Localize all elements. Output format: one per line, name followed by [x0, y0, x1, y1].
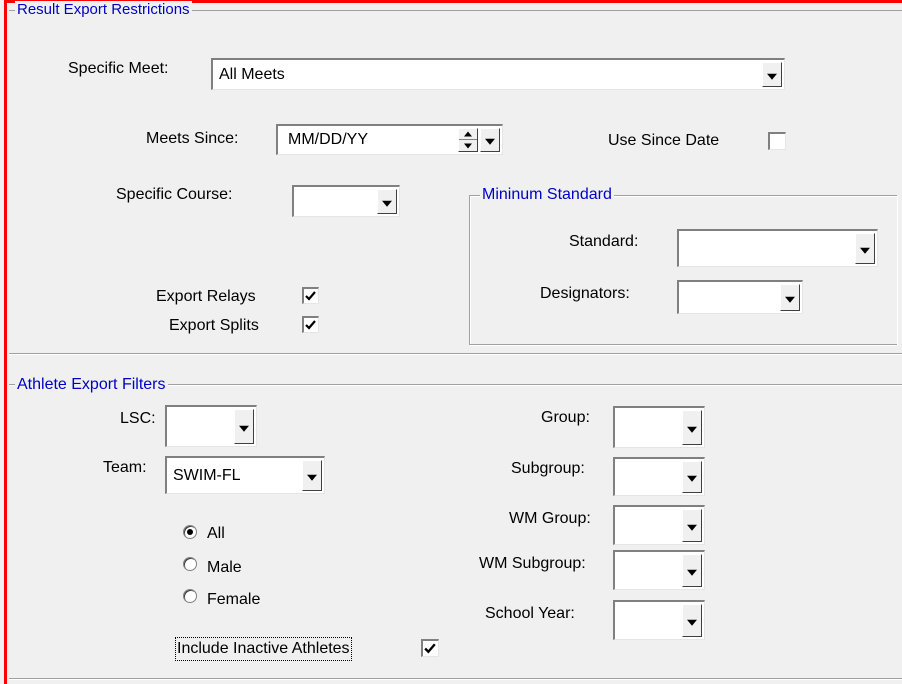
use-since-date-checkbox[interactable]: [768, 132, 786, 150]
wm-subgroup-dropdown-button[interactable]: [682, 554, 702, 587]
standard-combobox[interactable]: [677, 229, 878, 267]
chevron-down-icon: [687, 619, 697, 626]
specific-course-combobox[interactable]: [292, 185, 400, 217]
wm-group-combobox[interactable]: [613, 505, 705, 545]
meets-since-value: MM/DD/YY: [288, 131, 368, 148]
group-combobox[interactable]: [613, 406, 705, 448]
spin-up-button[interactable]: [459, 129, 477, 140]
bottom-divider: [9, 678, 902, 680]
chevron-down-icon: [687, 524, 697, 531]
meets-since-spinner[interactable]: [458, 128, 478, 152]
chevron-down-icon: [687, 475, 697, 482]
chevron-down-icon: [860, 247, 870, 254]
meets-since-dropdown-button[interactable]: [480, 128, 500, 152]
group-label: Group:: [541, 409, 590, 426]
export-splits-checkbox[interactable]: [302, 316, 319, 333]
specific-course-dropdown-button[interactable]: [377, 189, 397, 214]
include-inactive-checkbox[interactable]: [421, 639, 439, 657]
athlete-filters-legend: Athlete Export Filters: [15, 376, 168, 394]
use-since-date-label: Use Since Date: [608, 132, 720, 149]
team-combobox[interactable]: SWIM-FL: [165, 456, 325, 494]
spin-down-button[interactable]: [459, 140, 477, 151]
gender-female-label: Female: [207, 591, 261, 608]
window-border-left: [4, 0, 7, 684]
arrow-up-icon: [464, 131, 472, 137]
gender-female-radio[interactable]: [183, 589, 197, 603]
chevron-down-icon: [239, 425, 249, 432]
chevron-down-icon: [382, 200, 392, 207]
designators-label: Designators:: [540, 285, 630, 302]
specific-meet-dropdown-button[interactable]: [762, 62, 782, 87]
subgroup-label: Subgroup:: [511, 460, 585, 477]
chevron-down-icon: [485, 138, 495, 145]
chevron-down-icon: [687, 569, 697, 576]
lsc-combobox[interactable]: [165, 405, 257, 447]
checkmark-icon: [305, 291, 316, 301]
team-label: Team:: [103, 459, 147, 476]
designators-combobox[interactable]: [677, 280, 803, 314]
specific-course-label: Specific Course:: [116, 186, 233, 203]
checkmark-icon: [305, 320, 316, 330]
chevron-down-icon: [687, 426, 697, 433]
team-dropdown-button[interactable]: [302, 460, 322, 491]
team-value: SWIM-FL: [173, 466, 241, 484]
checkmark-icon: [424, 643, 436, 654]
specific-meet-combobox[interactable]: All Meets: [211, 58, 785, 90]
chevron-down-icon: [307, 474, 317, 481]
gender-all-label: All: [207, 525, 225, 542]
wm-group-label: WM Group:: [509, 510, 591, 527]
subgroup-combobox[interactable]: [613, 457, 705, 496]
school-year-combobox[interactable]: [613, 600, 705, 640]
section-divider: [9, 353, 902, 355]
gender-male-radio[interactable]: [183, 557, 197, 571]
export-splits-label: Export Splits: [169, 317, 259, 334]
designators-dropdown-button[interactable]: [780, 284, 800, 311]
lsc-label: LSC:: [120, 410, 156, 427]
gender-male-label: Male: [207, 559, 242, 576]
subgroup-dropdown-button[interactable]: [682, 461, 702, 493]
specific-meet-label: Specific Meet:: [68, 60, 169, 77]
wm-group-dropdown-button[interactable]: [682, 509, 702, 542]
specific-meet-value: All Meets: [219, 65, 285, 83]
minimum-standard-legend: Mininum Standard: [480, 186, 614, 204]
chevron-down-icon: [767, 73, 777, 80]
arrow-down-icon: [464, 143, 472, 148]
wm-subgroup-label: WM Subgroup:: [479, 555, 586, 572]
meets-since-label: Meets Since:: [146, 130, 239, 147]
school-year-dropdown-button[interactable]: [682, 604, 702, 637]
result-export-legend: Result Export Restrictions: [15, 1, 192, 19]
include-inactive-label: Include Inactive Athletes: [175, 637, 352, 661]
export-relays-label: Export Relays: [156, 288, 256, 305]
radio-selected-dot: [187, 529, 193, 535]
standard-label: Standard:: [569, 233, 639, 250]
school-year-label: School Year:: [485, 605, 575, 622]
export-relays-checkbox[interactable]: [302, 287, 319, 304]
gender-all-radio[interactable]: [183, 525, 197, 539]
minimum-standard-groupbox: [469, 195, 897, 345]
chevron-down-icon: [785, 296, 795, 303]
meets-since-date-picker[interactable]: MM/DD/YY: [276, 124, 503, 155]
lsc-dropdown-button[interactable]: [234, 409, 254, 444]
group-dropdown-button[interactable]: [682, 410, 702, 445]
standard-dropdown-button[interactable]: [855, 233, 875, 264]
wm-subgroup-combobox[interactable]: [613, 550, 705, 590]
